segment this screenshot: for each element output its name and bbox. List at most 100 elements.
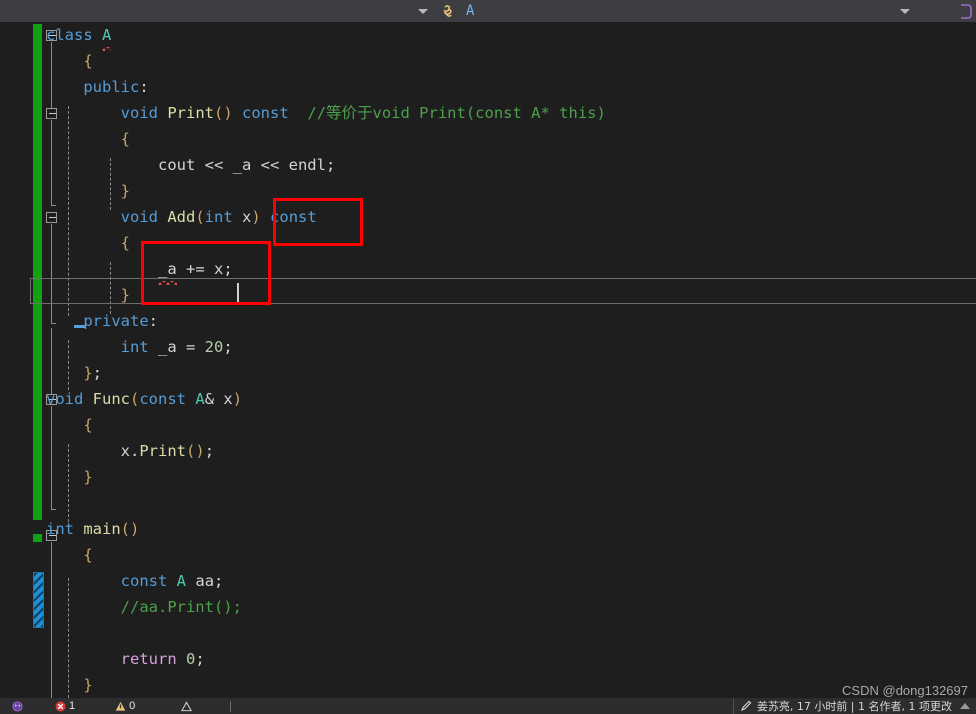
- code-token: {: [83, 546, 93, 564]
- code-line[interactable]: {: [46, 230, 976, 256]
- text-caret: [237, 283, 239, 303]
- info-indicator[interactable]: [177, 698, 196, 714]
- warning-count: 0: [129, 700, 136, 712]
- code-line[interactable]: //aa.Print();: [46, 594, 976, 620]
- code-token: ;: [92, 364, 103, 382]
- error-token: _a: [157, 256, 177, 285]
- code-line[interactable]: [46, 490, 976, 516]
- pencil-icon: [740, 700, 752, 712]
- code-token: aa: [195, 572, 215, 590]
- visual-studio-window: A class A {public: void Print() const /…: [0, 0, 976, 714]
- warning-indicator[interactable]: 0: [111, 698, 139, 714]
- code-token: (: [195, 208, 205, 226]
- git-blame-text: 姜苏亮, 17 小时前 | 1 名作者, 1 项更改: [756, 700, 952, 713]
- code-line[interactable]: }: [46, 672, 976, 698]
- code-line[interactable]: }: [46, 464, 976, 490]
- code-token: int: [204, 208, 233, 226]
- code-token: //aa.Print();: [120, 598, 242, 616]
- class-scope-value: A: [466, 3, 475, 19]
- code-line[interactable]: private:: [46, 308, 976, 334]
- class-icon: [436, 4, 464, 19]
- code-token: ;: [195, 650, 205, 668]
- code-token: {: [120, 130, 130, 148]
- code-line[interactable]: {: [46, 48, 976, 74]
- code-line[interactable]: cout << _a << endl;: [46, 152, 976, 178]
- error-indicator[interactable]: 1: [51, 698, 79, 714]
- code-token: }: [83, 468, 93, 486]
- status-bar: 1 0 姜苏亮, 17 小时前 | 1 名作者, 1 项更改: [0, 698, 976, 714]
- code-token: (): [120, 520, 140, 538]
- scroll-up-icon[interactable]: [960, 703, 970, 709]
- code-line[interactable]: {: [46, 412, 976, 438]
- code-token: cout: [157, 156, 196, 174]
- code-line[interactable]: void Print() const //等价于void Print(const…: [46, 100, 976, 126]
- change-bar-saved: [33, 24, 42, 520]
- code-token: //等价于void Print(const A* this): [307, 104, 606, 122]
- code-token: :: [148, 312, 158, 330]
- code-line[interactable]: {: [46, 542, 976, 568]
- code-line[interactable]: void Func(const A& x): [46, 386, 976, 412]
- class-scope-dropdown[interactable]: A: [436, 0, 942, 22]
- code-text[interactable]: class A { public: void Print() const //等…: [46, 22, 976, 694]
- code-token: }: [83, 364, 93, 382]
- code-line[interactable]: [46, 620, 976, 646]
- code-token: {: [120, 234, 130, 252]
- code-line[interactable]: }: [46, 178, 976, 204]
- code-token: _a: [232, 156, 252, 174]
- code-line[interactable]: _a += x;: [46, 256, 976, 285]
- code-line[interactable]: int main(): [46, 516, 976, 542]
- chevron-down-icon[interactable]: [412, 8, 434, 14]
- status-message-icon: [0, 698, 27, 714]
- code-token: Print: [139, 442, 187, 460]
- code-line[interactable]: class A: [46, 22, 976, 51]
- code-token: const: [270, 208, 317, 226]
- code-token: Func: [92, 390, 130, 408]
- code-line[interactable]: int _a = 20;: [46, 334, 976, 360]
- project-scope-dropdown[interactable]: [0, 0, 434, 22]
- code-token: {: [83, 416, 93, 434]
- selection-margin[interactable]: [0, 22, 28, 692]
- code-line[interactable]: };: [46, 360, 976, 386]
- code-token: A: [176, 572, 187, 590]
- code-editor[interactable]: class A { public: void Print() const //等…: [0, 22, 976, 708]
- code-token: ;: [214, 572, 224, 590]
- code-line[interactable]: }: [46, 282, 976, 308]
- code-token: const: [120, 572, 168, 590]
- code-token: x: [120, 442, 130, 460]
- code-token: ;: [325, 156, 336, 174]
- chevron-down-icon[interactable]: [894, 8, 916, 14]
- code-token: int: [46, 520, 74, 538]
- code-line[interactable]: x.Print();: [46, 438, 976, 464]
- split-view-icon[interactable]: [956, 0, 976, 22]
- code-token: <<: [251, 156, 289, 174]
- code-token: .: [130, 442, 140, 460]
- git-blame-info[interactable]: 姜苏亮, 17 小时前 | 1 名作者, 1 项更改: [732, 698, 976, 714]
- code-line[interactable]: void Add(int x) const: [46, 204, 976, 230]
- code-line[interactable]: public:: [46, 74, 976, 100]
- code-line[interactable]: {: [46, 126, 976, 152]
- code-line[interactable]: return 0;: [46, 646, 976, 672]
- change-bar-unsaved: [33, 572, 44, 628]
- code-line[interactable]: const A aa;: [46, 568, 976, 594]
- code-token: int: [120, 338, 149, 356]
- code-token: class: [46, 26, 93, 44]
- code-token: &: [204, 390, 224, 408]
- code-token: x: [223, 390, 233, 408]
- code-token: return: [120, 650, 177, 668]
- editor-navigation-bar: A: [0, 0, 976, 22]
